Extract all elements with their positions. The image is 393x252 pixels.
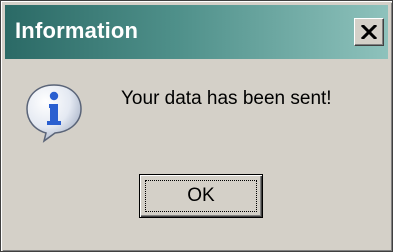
information-icon bbox=[26, 84, 82, 143]
focus-rectangle: OK bbox=[145, 180, 257, 212]
information-dialog: Information Your data has been sent! OK bbox=[0, 0, 393, 252]
dialog-title: Information bbox=[15, 18, 139, 43]
close-button[interactable] bbox=[354, 18, 384, 46]
ok-label: OK bbox=[187, 185, 215, 206]
close-icon bbox=[361, 25, 377, 39]
ok-button[interactable]: OK bbox=[139, 174, 263, 218]
title-bar[interactable]: Information bbox=[5, 5, 388, 59]
message-text: Your data has been sent! bbox=[121, 88, 332, 109]
